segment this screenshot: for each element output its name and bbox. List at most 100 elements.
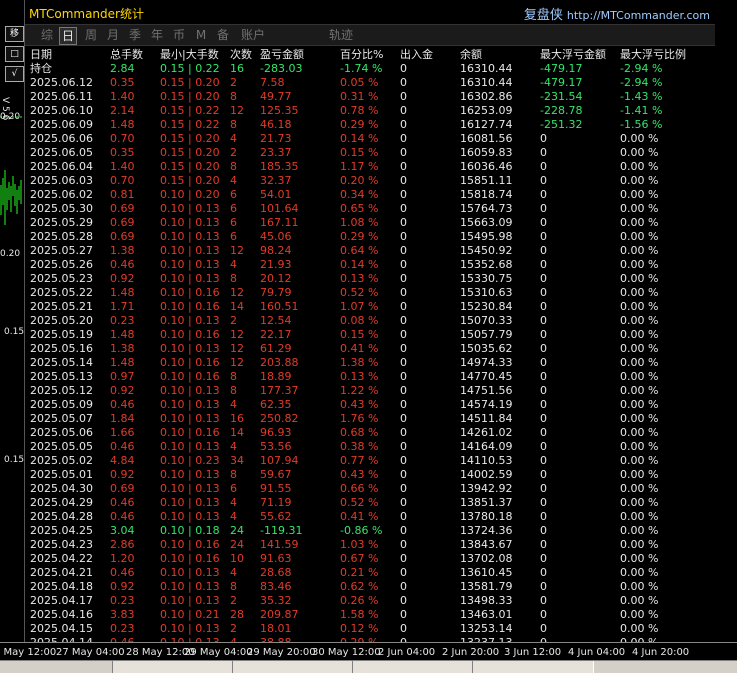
cell-max-dd-pct: 0.00 %	[620, 230, 659, 243]
cell-count: 14	[230, 300, 244, 313]
chart-tab[interactable]	[352, 661, 474, 673]
cell-pnl: -119.31	[260, 524, 303, 537]
cell-lots: 0.92	[110, 272, 135, 285]
chart-tab[interactable]	[232, 661, 354, 673]
chart-tab[interactable]	[472, 661, 594, 673]
tab-week[interactable]: 周	[83, 27, 99, 43]
cell-io: 0	[400, 398, 407, 411]
cell-max-dd-pct: 0.00 %	[620, 188, 659, 201]
cell-date: 2025.06.06	[30, 132, 93, 145]
cell-max-dd-pct: 0.00 %	[620, 510, 659, 523]
cell-max-dd: 0	[540, 566, 547, 579]
tab-trajectory[interactable]: 轨迹	[327, 27, 355, 43]
header-lots[interactable]: 总手数	[110, 48, 143, 62]
cell-io: 0	[400, 608, 407, 621]
cell-max-dd: 0	[540, 244, 547, 257]
cell-lots: 4.84	[110, 454, 135, 467]
chart-tab[interactable]	[112, 661, 234, 673]
cell-max-dd: 0	[540, 202, 547, 215]
header-io[interactable]: 出入金	[400, 48, 433, 62]
holding-label: 持仓	[30, 62, 52, 75]
cell-count: 2	[230, 314, 237, 327]
cell-minmax: 0.10 | 0.16	[160, 370, 220, 383]
cell-date: 2025.05.28	[30, 230, 93, 243]
cell-pct: 1.07 %	[340, 300, 379, 313]
cell-pct: 0.14 %	[340, 258, 379, 271]
brand-url[interactable]: http://MTCommander.com	[567, 9, 710, 22]
cell-minmax: 0.10 | 0.13	[160, 272, 220, 285]
cell-balance: 14574.19	[460, 398, 513, 411]
header-date[interactable]: 日期	[30, 48, 52, 62]
table-row: 2025.05.29 0.69 0.10 | 0.13 6 167.11 1.08 % 0 1…	[25, 216, 716, 230]
header-balance[interactable]: 余额	[460, 48, 482, 62]
tab-month[interactable]: 月	[105, 27, 121, 43]
cell-lots: 0.35	[110, 146, 135, 159]
y-label: 0.20	[0, 249, 21, 259]
cell-minmax: 0.10 | 0.16	[160, 552, 220, 565]
header-pnl[interactable]: 盈亏金额	[260, 48, 304, 62]
tab-notes[interactable]: 备	[215, 27, 231, 43]
cell-max-dd: 0	[540, 482, 547, 495]
tab-summary[interactable]: 综	[39, 27, 55, 43]
table-row: 2025.05.19 1.48 0.10 | 0.16 12 22.17 0.15 % 0 1…	[25, 328, 716, 342]
cell-io: 0	[400, 594, 407, 607]
cell-minmax: 0.10 | 0.13	[160, 622, 220, 635]
cell-date: 2025.06.09	[30, 118, 93, 131]
cell-date: 2025.04.22	[30, 552, 93, 565]
cell-max-dd: 0	[540, 342, 547, 355]
tab-account[interactable]: 账户	[239, 27, 267, 43]
brand-link[interactable]: 复盘侠 http://MTCommander.com	[524, 4, 710, 23]
chart-right-area	[715, 0, 737, 642]
cell-max-dd-pct: -1.41 %	[620, 104, 663, 117]
table-row: 2025.05.22 1.48 0.10 | 0.16 12 79.79 0.52 % 0 1…	[25, 286, 716, 300]
y-label: 0.15	[4, 455, 25, 465]
cell-max-dd: 0	[540, 608, 547, 621]
table-row: 2025.04.30 0.69 0.10 | 0.13 6 91.55 0.66 % 0 13…	[25, 482, 716, 496]
move-button[interactable]: 移	[5, 26, 24, 42]
table-row: 2025.05.30 0.69 0.10 | 0.13 6 101.64 0.65 % 0 1…	[25, 202, 716, 216]
cell-pct: 0.15 %	[340, 146, 379, 159]
header-max-dd[interactable]: 最大浮亏金额	[540, 48, 606, 62]
cell-pct: 0.43 %	[340, 398, 379, 411]
tab-currency[interactable]: 币	[171, 27, 187, 43]
check-button[interactable]: √	[5, 66, 24, 82]
cell-date: 2025.05.29	[30, 216, 93, 229]
cell-pnl: 28.68	[260, 566, 292, 579]
cell-io: 0	[400, 454, 407, 467]
cell-max-dd: 0	[540, 510, 547, 523]
period-tabs: 综 日 周 月 季 年 币 M 备 账户 轨迹	[25, 24, 716, 46]
cell-count: 4	[230, 440, 237, 453]
tab-quarter[interactable]: 季	[127, 27, 143, 43]
table-row: 2025.05.16 1.38 0.10 | 0.13 12 61.29 0.41 % 0 1…	[25, 342, 716, 356]
header-count[interactable]: 次数	[230, 48, 252, 62]
header-minmax[interactable]: 最小|大手数	[160, 48, 219, 62]
window-button[interactable]: □	[5, 46, 24, 62]
cell-date: 2025.05.19	[30, 328, 93, 341]
cell-date: 2025.05.13	[30, 370, 93, 383]
cell-max-dd-pct: 0.00 %	[620, 580, 659, 593]
cell-pnl: 7.58	[260, 76, 285, 89]
cell-pnl: 185.35	[260, 160, 299, 173]
cell-max-dd-pct: 0.00 %	[620, 146, 659, 159]
x-tick-label: 6 May 12:00	[0, 647, 57, 658]
cell-date: 2025.04.15	[30, 622, 93, 635]
cell-lots: 1.40	[110, 160, 135, 173]
cell-balance: 13780.18	[460, 510, 513, 523]
cell-date: 2025.05.12	[30, 384, 93, 397]
cell-pnl: 250.82	[260, 412, 299, 425]
cell-max-dd: 0	[540, 258, 547, 271]
cell-io: 0	[400, 328, 407, 341]
tab-magic[interactable]: M	[195, 27, 207, 43]
cell-max-dd-pct: -1.56 %	[620, 118, 663, 131]
cell-max-dd: 0	[540, 398, 547, 411]
cell-pct: 0.15 %	[340, 328, 379, 341]
header-pct[interactable]: 百分比%	[340, 48, 383, 62]
cell-date: 2025.05.02	[30, 454, 93, 467]
cell-lots: 1.48	[110, 118, 135, 131]
cell-max-dd: 0	[540, 132, 547, 145]
tab-day[interactable]: 日	[59, 27, 77, 45]
cell-lots: 0.70	[110, 132, 135, 145]
header-max-dd-pct[interactable]: 最大浮亏比例	[620, 48, 686, 62]
cell-max-dd-pct: 0.00 %	[620, 412, 659, 425]
tab-year[interactable]: 年	[149, 27, 165, 43]
